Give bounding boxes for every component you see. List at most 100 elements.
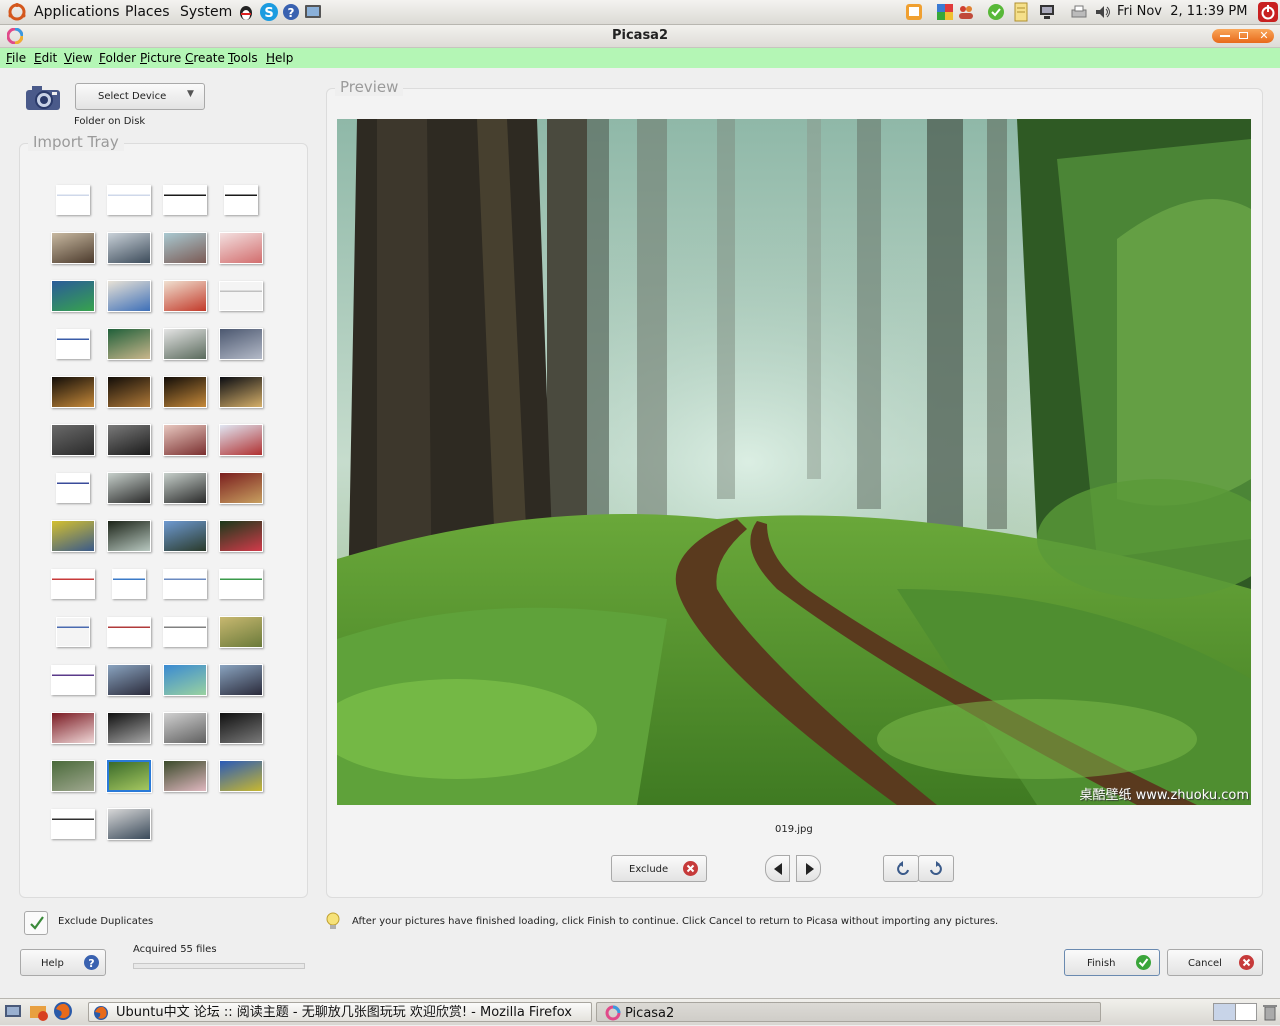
thumbnail[interactable] [219,281,263,311]
thumbnail[interactable] [51,712,95,744]
thumbnail[interactable] [107,472,151,504]
menu-edit[interactable]: Edit [34,48,57,68]
menu-help[interactable]: Help [266,48,293,68]
finish-button[interactable]: Finish [1064,949,1160,976]
thumbnail[interactable] [51,665,95,695]
thumbnail[interactable] [163,424,207,456]
thumbnail[interactable] [56,617,90,647]
thumbnail[interactable] [107,808,151,840]
notes-tray-icon[interactable] [1012,2,1030,22]
thumbnail[interactable] [219,520,263,552]
thumbnail[interactable] [51,809,95,839]
thumbnail[interactable] [163,376,207,408]
menu-places[interactable]: Places [125,0,170,24]
screenshot-launcher-icon[interactable] [304,3,322,21]
thumbnail[interactable] [56,185,90,215]
previous-image-button[interactable] [765,855,790,882]
thumbnail[interactable] [107,185,151,215]
window-list-tray-icon[interactable] [905,3,923,21]
thumbnail[interactable] [107,424,151,456]
exclude-button[interactable]: Exclude [611,855,707,882]
maximize-button[interactable] [1239,32,1248,39]
thumbnail[interactable] [107,520,151,552]
close-button[interactable]: ✕ [1258,29,1270,43]
thumbnail[interactable] [107,712,151,744]
cancel-button[interactable]: Cancel [1167,949,1263,976]
thumbnail[interactable] [163,712,207,744]
thumbnail[interactable] [163,185,207,215]
menu-create[interactable]: Create [185,48,225,68]
thumbnail[interactable] [107,376,151,408]
firefox-launcher-icon[interactable] [53,1001,73,1021]
thumbnail[interactable] [112,569,146,599]
shutdown-icon[interactable] [1257,1,1279,23]
menu-applications[interactable]: Applications [34,0,120,24]
thumbnail[interactable] [51,424,95,456]
qq-launcher-icon[interactable] [237,3,255,21]
clock[interactable]: Fri Nov 2, 11:39 PM [1117,0,1247,24]
next-image-button[interactable] [796,855,821,882]
task-picasa[interactable]: Picasa2 [596,1002,1101,1022]
thumbnail[interactable] [107,328,151,360]
thumbnail[interactable] [107,232,151,264]
thumbnail[interactable] [51,520,95,552]
skype-launcher-icon[interactable]: S [259,2,279,22]
thumbnail[interactable] [107,617,151,647]
thumbnail[interactable] [219,376,263,408]
thumbnail[interactable] [219,328,263,360]
thumbnail[interactable] [219,232,263,264]
thumbnail[interactable] [163,232,207,264]
thumbnail[interactable] [56,329,90,359]
picasa-tray-icon[interactable] [936,3,954,21]
thumbnail[interactable] [56,473,90,503]
trash-icon[interactable] [1262,1003,1278,1021]
workspace-switcher[interactable] [1213,1003,1257,1021]
thumbnail[interactable] [219,664,263,696]
thumbnail[interactable] [219,424,263,456]
thumbnail[interactable] [163,760,207,792]
thumbnail[interactable] [51,232,95,264]
rotate-left-button[interactable] [883,855,919,882]
thumbnail[interactable] [163,328,207,360]
rotate-right-button[interactable] [918,855,954,882]
thumbnail[interactable] [163,664,207,696]
thumbnail[interactable] [219,712,263,744]
menu-tools[interactable]: Tools [228,48,258,68]
thumbnail[interactable] [163,569,207,599]
menu-system[interactable]: System [180,0,232,24]
thumbnail[interactable] [107,280,151,312]
printer-tray-icon[interactable] [1070,3,1088,21]
minimize-button[interactable] [1220,35,1230,37]
thumbnail[interactable] [224,185,258,215]
thumbnail[interactable] [219,760,263,792]
menu-picture[interactable]: Picture [140,48,181,68]
window-titlebar[interactable]: Picasa2 ✕ [0,25,1280,48]
select-device-dropdown[interactable]: Select Device ▼ [75,83,205,110]
exclude-duplicates-checkbox[interactable] [24,911,48,935]
thumbnail[interactable] [51,376,95,408]
files-launcher-icon[interactable] [29,1002,49,1022]
workspace-1[interactable] [1214,1004,1236,1020]
thumbnail[interactable] [163,617,207,647]
thumbnail[interactable] [163,280,207,312]
thumbnail[interactable] [219,472,263,504]
menu-folder[interactable]: Folder [99,48,136,68]
contacts-tray-icon[interactable] [957,3,975,21]
volume-icon[interactable] [1094,3,1112,21]
menu-file[interactable]: File [6,48,26,68]
thumbnail[interactable] [51,569,95,599]
thumbnail[interactable] [51,760,95,792]
help-launcher-icon[interactable]: ? [282,3,300,21]
thumbnail[interactable] [219,616,263,648]
ubuntu-logo-icon[interactable] [8,3,26,21]
network-tray-icon[interactable] [1038,3,1056,21]
thumbnail-selected[interactable] [106,759,152,793]
help-button[interactable]: Help ? [20,949,106,976]
thumbnail[interactable] [163,472,207,504]
show-desktop-icon[interactable] [4,1003,22,1021]
menu-view[interactable]: View [64,48,92,68]
thumbnail[interactable] [107,664,151,696]
task-firefox[interactable]: Ubuntu中文 论坛 :: 阅读主题 - 无聊放几张图玩玩 欢迎欣赏! - M… [88,1002,592,1022]
update-tray-icon[interactable] [987,3,1005,21]
thumbnail[interactable] [219,569,263,599]
